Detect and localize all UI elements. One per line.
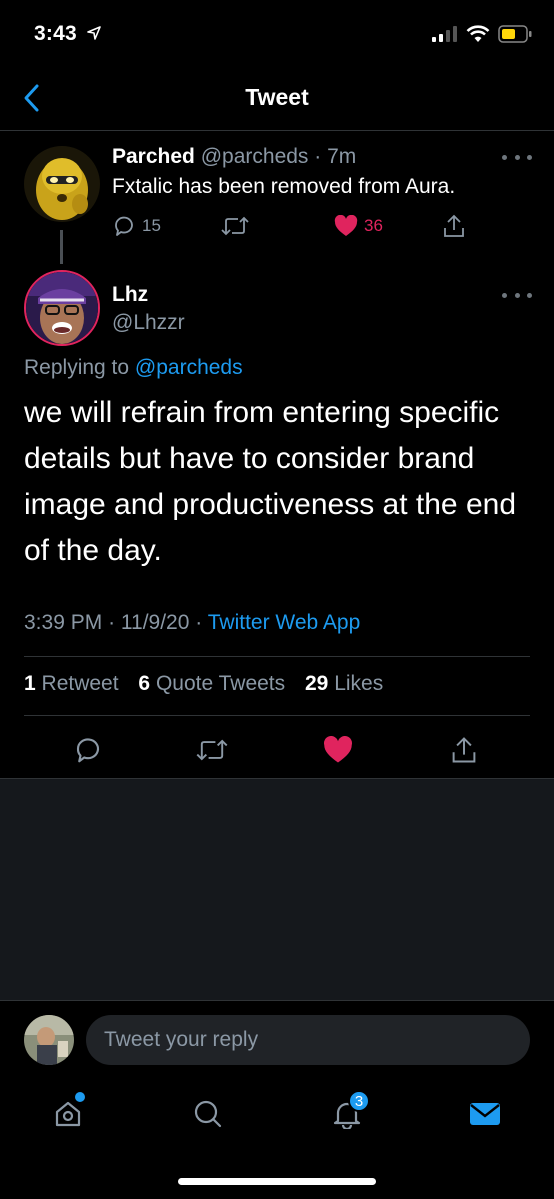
- parent-reply-button[interactable]: 15: [112, 210, 161, 242]
- wifi-icon: [466, 25, 490, 42]
- avatar-image: [24, 146, 100, 222]
- avatar-image: [26, 272, 98, 344]
- parent-tweet-avatar[interactable]: [24, 146, 100, 222]
- main-tweet-avatar[interactable]: [24, 270, 100, 346]
- parent-like-button[interactable]: 36: [334, 210, 383, 242]
- back-button[interactable]: [14, 80, 48, 116]
- page-title: Tweet: [245, 84, 309, 110]
- replying-to-link[interactable]: @parcheds: [135, 356, 243, 379]
- parent-reply-count: 15: [142, 216, 161, 235]
- separator: ·: [314, 145, 322, 168]
- quote-tweets-stat[interactable]: 6 Quote Tweets: [138, 672, 285, 695]
- replying-prefix: Replying to: [24, 356, 130, 379]
- parent-tweet-text: Fxtalic has been removed from Aura.: [112, 175, 456, 198]
- separator: ·: [195, 611, 203, 634]
- status-bar: 3:43: [0, 0, 554, 66]
- battery-icon: [498, 25, 532, 43]
- tweet-time: 3:39 PM: [24, 611, 103, 634]
- tweet-meta: 3:39 PM · 11/9/20 · Twitter Web App: [24, 611, 360, 635]
- empty-replies-area: [0, 778, 554, 1000]
- parent-more-button[interactable]: [502, 150, 532, 164]
- parent-share-button[interactable]: [442, 210, 466, 242]
- thread-connector: [60, 230, 63, 264]
- home-indicator: [178, 1178, 376, 1185]
- dot-icon: [527, 292, 532, 298]
- parent-retweet-button[interactable]: [220, 210, 250, 242]
- retweets-stat[interactable]: 1 Retweet: [24, 672, 119, 695]
- reply-icon: [76, 738, 100, 763]
- retweet-icon: [221, 216, 249, 236]
- tab-search[interactable]: [183, 1092, 233, 1136]
- main-author-handle[interactable]: @Lhzzr: [112, 311, 185, 335]
- main-author-name[interactable]: Lhz: [112, 283, 148, 307]
- tab-bar: 3: [0, 1080, 554, 1199]
- parent-tweet-time: 7m: [327, 145, 357, 168]
- divider: [24, 715, 530, 716]
- tab-messages[interactable]: [460, 1092, 510, 1136]
- heart-icon: [334, 215, 358, 236]
- signal-icon: [432, 26, 457, 42]
- tweet-stats: 1 Retweet 6 Quote Tweets 29 Likes: [24, 672, 397, 696]
- parent-tweet-header: Parched @parcheds · 7m: [112, 145, 356, 169]
- reply-composer: [0, 1000, 554, 1080]
- location-arrow-icon: [87, 26, 101, 40]
- avatar-image: [24, 1015, 74, 1065]
- notifications-badge: 3: [348, 1090, 370, 1112]
- like-button[interactable]: [318, 730, 358, 770]
- likes-stat[interactable]: 29 Likes: [305, 672, 383, 695]
- share-icon: [452, 737, 476, 763]
- main-tweet-text: we will refrain from entering specific d…: [24, 396, 516, 567]
- dot-icon: [527, 154, 532, 160]
- parent-author-name[interactable]: Parched: [112, 145, 195, 168]
- parent-author-handle[interactable]: @parcheds: [201, 145, 309, 168]
- tab-notifications[interactable]: 3: [322, 1090, 372, 1136]
- chevron-left-icon: [24, 84, 39, 112]
- status-icons: [432, 22, 532, 46]
- tweet-source-link[interactable]: Twitter Web App: [208, 611, 361, 634]
- tab-home[interactable]: [43, 1092, 93, 1136]
- own-avatar[interactable]: [24, 1015, 74, 1065]
- heart-icon: [324, 736, 352, 763]
- search-icon: [194, 1100, 222, 1128]
- status-time: 3:43: [34, 22, 101, 46]
- dot-icon: [502, 154, 507, 160]
- home-icon: [55, 1101, 81, 1127]
- share-button[interactable]: [444, 730, 484, 770]
- main-tweet-actions: [0, 722, 554, 778]
- retweet-button[interactable]: [192, 730, 232, 770]
- tweet-date: 11/9/20: [120, 611, 190, 634]
- dot-icon: [514, 292, 520, 298]
- parent-tweet-actions: 15 36: [112, 210, 472, 242]
- reply-input[interactable]: [86, 1015, 530, 1065]
- separator: ·: [108, 611, 116, 634]
- reply-icon: [115, 216, 133, 236]
- dot-icon: [502, 292, 507, 298]
- messages-icon: [470, 1103, 500, 1125]
- divider: [24, 656, 530, 657]
- main-more-button[interactable]: [502, 288, 532, 302]
- replying-to: Replying to @parcheds: [24, 356, 243, 380]
- nav-bar: Tweet: [0, 66, 554, 131]
- parent-like-count: 36: [364, 216, 383, 235]
- retweet-icon: [196, 739, 228, 761]
- dot-icon: [514, 154, 520, 160]
- new-content-dot: [75, 1092, 85, 1102]
- share-icon: [444, 214, 464, 237]
- reply-button[interactable]: [68, 730, 108, 770]
